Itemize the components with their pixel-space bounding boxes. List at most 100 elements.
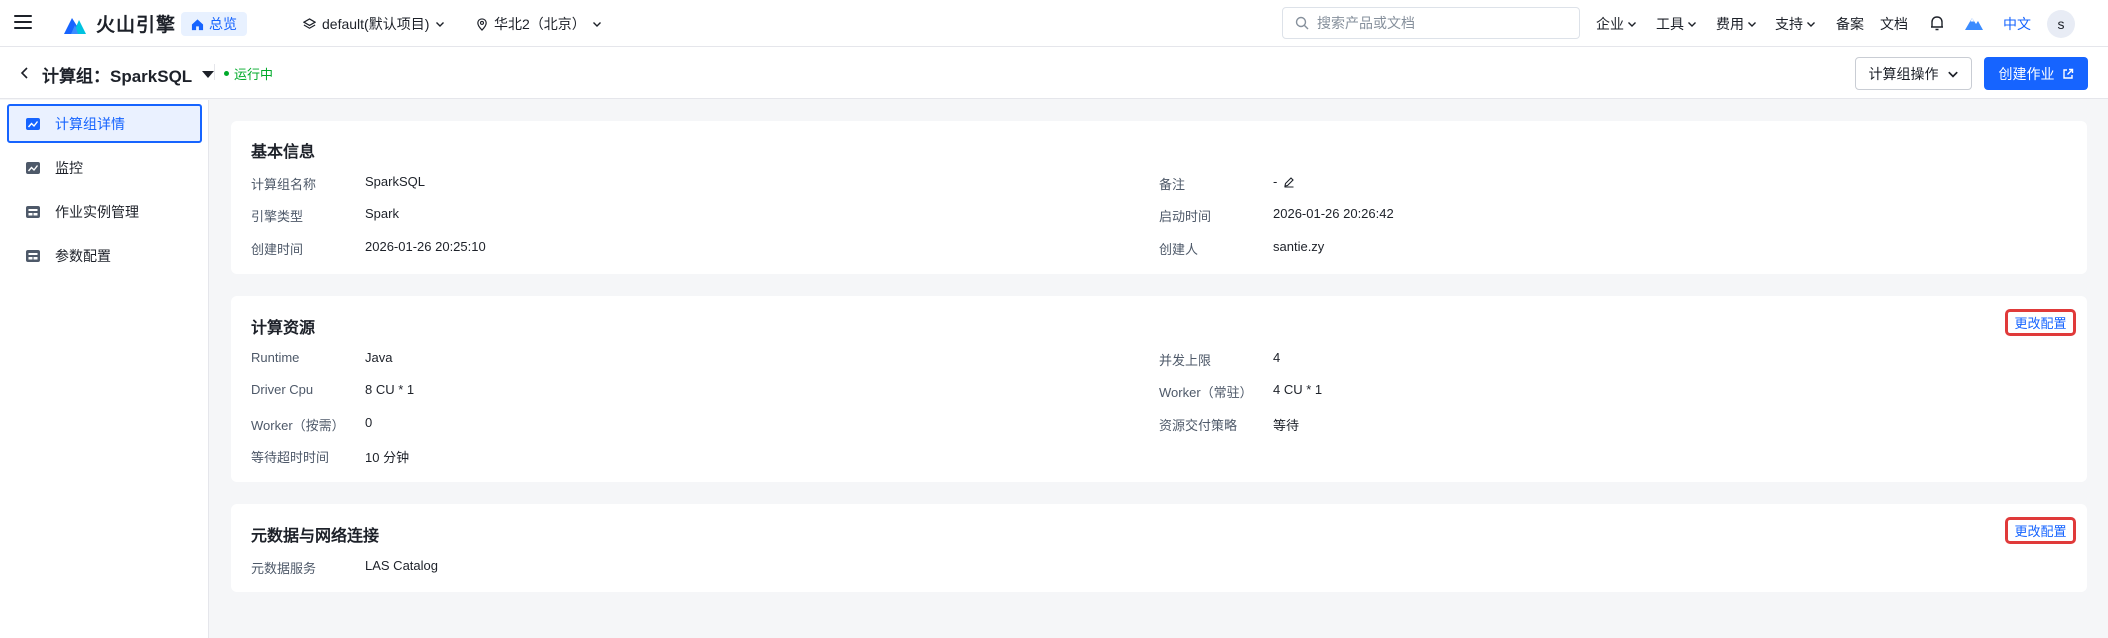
chevron-down-icon [1748,21,1756,27]
menu-enterprise[interactable]: 企业 [1596,0,1637,47]
ops-button-label: 计算组操作 [1868,65,1939,82]
brand-logo[interactable]: 火山引擎 [62,10,176,37]
avatar[interactable]: s [2047,10,2075,38]
field-label: 资源交付策略 [1159,418,1238,433]
link-docs-label: 文档 [1880,15,1908,32]
chevron-down-icon [1688,21,1696,27]
field-value: SparkSQL [365,174,425,189]
field-label: 等待超时时间 [251,450,330,465]
chevron-down-icon [436,22,445,27]
menu-billing-label: 费用 [1716,15,1744,32]
menu-enterprise-label: 企业 [1596,15,1624,32]
field-value: LAS Catalog [365,558,438,573]
field-label: 元数据服务 [251,561,317,576]
layers-icon [303,17,316,29]
field-value: Java [365,350,393,365]
field-label: 创建人 [1159,242,1199,257]
field-value: 2026-01-26 20:25:10 [365,239,486,254]
field-label: 备注 [1159,177,1186,192]
compute-resources-title: 计算资源 [251,320,316,337]
metadata-network-card: 元数据与网络连接 更改配置 元数据服务 LAS Catalog [231,504,2087,592]
link-filing-label: 备案 [1836,15,1864,32]
sidebar-item-detail[interactable]: 计算组详情 [7,104,202,143]
link-filing[interactable]: 备案 [1836,0,1864,47]
overview-label: 总览 [209,16,237,32]
metadata-network-title: 元数据与网络连接 [251,528,380,545]
create-job-button[interactable]: 创建作业 [1984,57,2088,90]
param-config-icon [26,249,40,262]
compute-group-title[interactable]: 计算组：SparkSQL [42,62,215,87]
home-icon [191,18,204,30]
top-navigation: 火山引擎 总览 default(默认项目) 华北2（北京） 企业 工具 费用 支… [0,0,2108,47]
detail-icon [26,117,40,130]
menu-icon[interactable] [14,13,32,31]
bell-icon[interactable] [1928,14,1946,32]
sidebar-item-label: 监控 [55,159,83,176]
sidebar-item-monitor[interactable]: 监控 [7,148,202,187]
create-button-label: 创建作业 [1998,65,2055,82]
search-icon [1295,16,1309,30]
field-label: 计算组名称 [251,177,317,192]
status-badge: 运行中 [224,64,273,83]
sidebar-item-job-instances[interactable]: 作业实例管理 [7,192,202,231]
project-selector[interactable]: default(默认项目) [303,14,445,34]
back-arrow-icon[interactable] [18,66,32,80]
chevron-down-icon [592,22,601,27]
menu-billing[interactable]: 费用 [1716,0,1757,47]
header-divider [214,64,215,80]
field-value: Spark [365,206,399,221]
chevron-down-icon [1947,71,1958,78]
caret-down-icon [202,71,215,78]
search-box[interactable] [1282,7,1580,39]
menu-support-label: 支持 [1775,15,1803,32]
field-value: 4 CU * 1 [1273,382,1323,397]
field-label: 启动时间 [1159,209,1212,224]
field-label: 并发上限 [1159,353,1212,368]
field-value: 2026-01-26 20:26:42 [1273,206,1394,221]
sidebar-item-label: 计算组详情 [55,115,125,132]
language-switch[interactable]: 中文 [2003,14,2031,34]
sidebar-item-label: 参数配置 [55,247,111,264]
compute-resources-card: 计算资源 更改配置 Runtime Java Driver Cpu 8 CU *… [231,296,2087,482]
sidebar-item-params[interactable]: 参数配置 [7,236,202,275]
mountain-icon[interactable] [1964,13,1984,33]
status-text: 运行中 [234,67,274,82]
project-label: default(默认项目) [322,16,430,32]
chevron-down-icon [1628,21,1636,27]
edit-icon[interactable] [1283,176,1295,188]
brand-name: 火山引擎 [96,15,177,36]
link-docs[interactable]: 文档 [1880,0,1908,47]
change-config-button[interactable]: 更改配置 [2005,309,2076,336]
status-dot-icon [224,71,229,76]
sidebar-item-label: 作业实例管理 [55,203,139,220]
field-value: 0 [365,415,373,430]
field-label: Worker（按需） [251,418,345,433]
chevron-down-icon [1807,21,1815,27]
search-input[interactable] [1317,15,1557,31]
job-instance-icon [26,205,40,218]
location-pin-icon [477,17,487,31]
sidebar: 计算组详情 监控 作业实例管理 参数配置 [0,100,209,638]
external-link-icon [2062,68,2073,79]
menu-tools[interactable]: 工具 [1656,0,1697,47]
field-label: Runtime [251,350,300,365]
field-label: 创建时间 [251,242,304,257]
basic-info-card: 基本信息 计算组名称 SparkSQL 引擎类型 Spark 创建时间 2026… [231,121,2087,274]
field-value: santie.zy [1273,239,1325,254]
field-label: 引擎类型 [251,209,304,224]
menu-tools-label: 工具 [1656,15,1684,32]
field-value: 等待 [1273,418,1300,433]
compute-group-actions-button[interactable]: 计算组操作 [1855,57,1972,90]
field-value: 10 分钟 [365,450,410,465]
change-config-button[interactable]: 更改配置 [2005,517,2076,544]
menu-support[interactable]: 支持 [1775,0,1816,47]
region-selector[interactable]: 华北2（北京） [476,14,602,34]
overview-button[interactable]: 总览 [181,12,247,36]
field-label: Driver Cpu [251,382,314,397]
volcano-logo-icon [64,17,86,34]
field-label: Worker（常驻） [1159,385,1253,400]
region-label: 华北2（北京） [494,16,586,32]
page-header [0,47,2108,99]
field-value: - [1273,174,1278,189]
field-value: 4 [1273,350,1281,365]
